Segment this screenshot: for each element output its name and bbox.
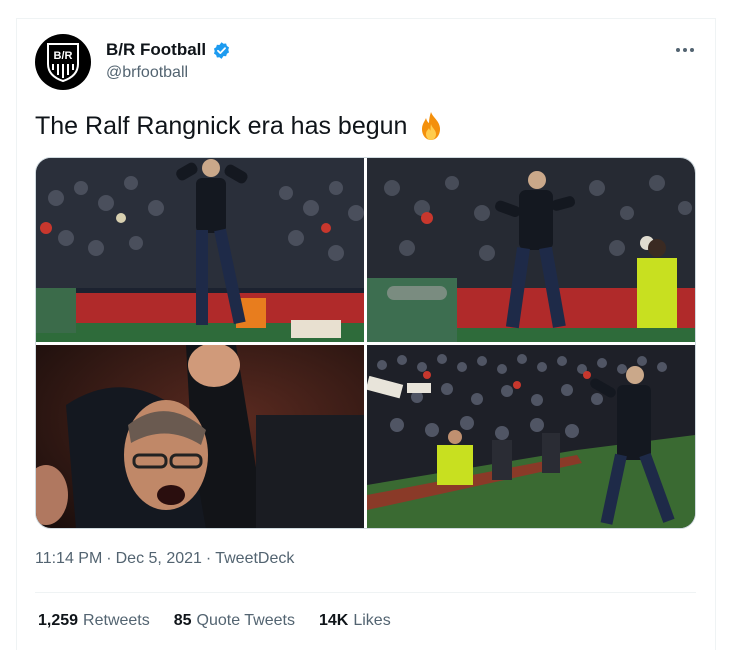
more-options-icon[interactable]	[670, 38, 700, 62]
retweets-stat[interactable]: 1,259 Retweets	[38, 612, 150, 630]
quote-tweets-stat[interactable]: 85 Quote Tweets	[174, 612, 295, 630]
tweet-media-grid	[35, 157, 696, 529]
tweet-photo-3[interactable]	[36, 345, 364, 528]
author-name-row[interactable]: B/R Football	[106, 40, 231, 60]
fire-emoji-icon	[422, 112, 441, 140]
author-handle[interactable]: @brfootball	[106, 64, 188, 82]
tweet-text-body: The Ralf Rangnick era has begun	[35, 111, 408, 140]
tweet-text: The Ralf Rangnick era has begun	[35, 110, 447, 142]
tweet-source[interactable]: TweetDeck	[215, 550, 294, 568]
tweet-meta: 11:14 PM · Dec 5, 2021 · TweetDeck	[35, 550, 294, 568]
likes-count: 14K	[318, 612, 349, 629]
verified-badge-icon	[214, 41, 230, 59]
tweet-time[interactable]: 11:14 PM	[35, 550, 102, 568]
likes-label: Likes	[353, 612, 391, 629]
br-logo-icon: B/R	[47, 43, 79, 82]
tweet-stats: 1,259 Retweets 85 Quote Tweets 14K Likes	[38, 612, 391, 630]
meta-separator: ·	[106, 550, 112, 567]
divider	[35, 592, 696, 593]
tweet-date[interactable]: Dec 5, 2021	[116, 550, 202, 568]
svg-text:B/R: B/R	[54, 50, 73, 62]
tweet-photo-4[interactable]	[367, 345, 695, 528]
meta-separator: ·	[205, 550, 212, 567]
likes-stat[interactable]: 14K Likes	[319, 612, 391, 630]
retweets-count: 1,259	[38, 612, 79, 629]
retweets-label: Retweets	[83, 612, 150, 629]
author-display-name[interactable]: B/R Football	[106, 40, 206, 60]
tweet-photo-2[interactable]	[367, 158, 695, 342]
quotes-label: Quote Tweets	[196, 612, 295, 629]
avatar[interactable]: B/R	[35, 34, 91, 90]
quotes-count: 85	[173, 612, 192, 629]
tweet-photo-1[interactable]	[36, 158, 364, 342]
